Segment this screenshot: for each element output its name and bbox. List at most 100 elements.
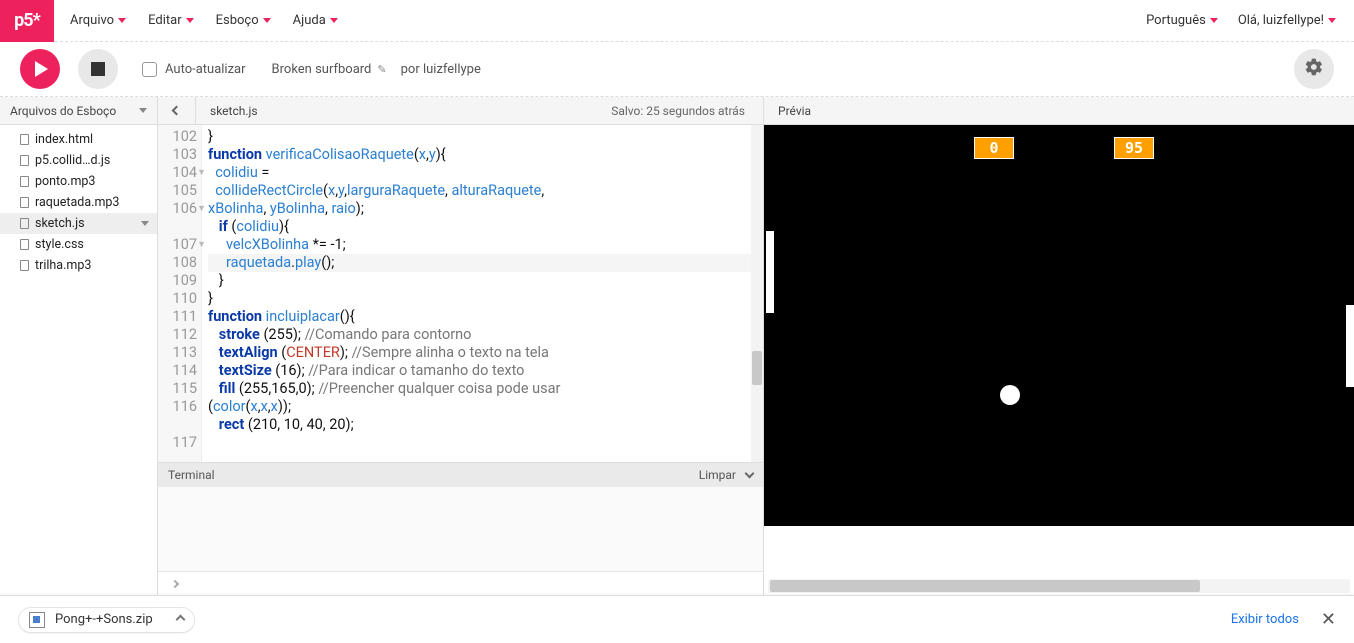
menu-label: Esboço [216,13,259,28]
download-bar-actions: Exibir todos ✕ [1231,609,1336,630]
terminal-title: Terminal [168,468,215,482]
file-name-label: style.css [35,237,84,252]
editor-header: sketch.js Salvo: 25 segundos atrás [158,97,763,125]
stop-button[interactable] [78,49,118,89]
file-sidebar: Arquivos do Esboço index.html p5.collid…d… [0,97,158,595]
menu-file[interactable]: Arquivo [70,13,126,28]
file-name-label: trilha.mp3 [35,258,91,273]
p5-logo[interactable]: p5* [0,0,54,42]
file-item[interactable]: index.html [0,129,157,150]
right-menu: Português Olá, luizfellype! [1146,13,1336,28]
preview-canvas-wrap: 0 95 [764,125,1354,526]
file-name-label: raquetada.mp3 [35,195,119,210]
sketch-name-field[interactable]: Broken surfboard ✎ [272,62,387,77]
file-list: index.html p5.collid…d.js ponto.mp3 raqueta… [0,125,157,280]
code-body[interactable]: }function verificaColisaoRaquete(x,y){ c… [202,125,763,462]
current-filename: sketch.js [196,104,272,118]
zip-file-icon [29,612,45,628]
sidebar-title: Arquivos do Esboço [10,104,116,118]
checkbox-icon[interactable] [142,62,157,77]
language-menu[interactable]: Português [1146,13,1218,28]
sketch-name-text: Broken surfboard [272,62,372,77]
settings-button[interactable] [1294,49,1334,89]
file-item[interactable]: trilha.mp3 [0,255,157,276]
preview-header: Prévia [764,97,1354,125]
download-filename: Pong+-+Sons.zip [55,612,153,627]
collapse-sidebar-button[interactable] [158,97,196,125]
file-icon [20,176,29,187]
paddle-left [766,231,774,313]
user-menu[interactable]: Olá, luizfellype! [1238,13,1336,28]
auto-refresh-label: Auto-atualizar [165,62,246,77]
play-button[interactable] [20,49,60,89]
play-icon [35,61,48,77]
gear-icon [1304,57,1324,81]
file-item[interactable]: raquetada.mp3 [0,192,157,213]
sidebar-header[interactable]: Arquivos do Esboço [0,97,157,125]
file-icon [20,260,29,271]
file-icon [20,134,29,145]
file-icon [20,239,29,250]
saved-status: Salvo: 25 segundos atrás [611,104,763,118]
terminal: Terminal Limpar [158,462,763,595]
auto-refresh-toggle[interactable]: Auto-atualizar [142,62,246,77]
caret-icon [263,18,271,23]
terminal-body[interactable] [158,487,763,571]
main-area: Arquivos do Esboço index.html p5.collid…d… [0,97,1354,595]
stop-icon [91,62,105,76]
download-item[interactable]: Pong+-+Sons.zip [18,607,195,633]
chevron-up-icon[interactable] [175,615,185,625]
caret-icon [186,18,194,23]
code-editor[interactable]: 102103104▼105106▼ 107▼108109110111112113… [158,125,763,462]
show-all-downloads-button[interactable]: Exibir todos [1231,612,1299,627]
preview-h-scrollbar[interactable] [768,579,1350,593]
preview-scroll-thumb[interactable] [770,580,1200,592]
score-left: 0 [974,137,1014,159]
main-menu: Arquivo Editar Esboço Ajuda [70,13,338,28]
menu-edit[interactable]: Editar [148,13,194,28]
file-item[interactable]: style.css [0,234,157,255]
greeting-label: Olá, luizfellype! [1238,13,1324,28]
score-right: 95 [1114,137,1154,159]
file-icon [20,218,29,229]
caret-icon [1328,18,1336,23]
author-label: por luizfellype [401,62,481,77]
caret-icon [118,18,126,23]
editor-column: sketch.js Salvo: 25 segundos atrás 10210… [158,97,764,595]
ball [1000,385,1020,405]
file-item[interactable]: sketch.js [0,213,157,234]
file-item[interactable]: ponto.mp3 [0,171,157,192]
language-label: Português [1146,13,1206,28]
download-bar: Pong+-+Sons.zip Exibir todos ✕ [0,595,1354,643]
editor-scrollbar[interactable] [751,125,763,462]
file-name-label: ponto.mp3 [35,174,95,189]
close-download-bar-button[interactable]: ✕ [1321,609,1336,630]
menu-help[interactable]: Ajuda [293,13,338,28]
file-icon [20,197,29,208]
file-name-label: p5.collid…d.js [35,153,110,168]
menu-sketch[interactable]: Esboço [216,13,271,28]
file-icon [20,155,29,166]
menu-label: Arquivo [70,13,114,28]
file-item[interactable]: p5.collid…d.js [0,150,157,171]
toolbar: Auto-atualizar Broken surfboard ✎ por lu… [0,42,1354,97]
terminal-header: Terminal Limpar [158,463,763,487]
chevron-right-icon[interactable] [171,579,179,587]
preview-column: Prévia 0 95 [764,97,1354,595]
scrollbar-thumb[interactable] [752,351,762,385]
sketch-canvas[interactable]: 0 95 [764,125,1354,526]
caret-icon [330,18,338,23]
paddle-right [1346,305,1354,387]
chevron-left-icon [172,106,182,116]
top-nav: p5* Arquivo Editar Esboço Ajuda Portuguê… [0,0,1354,42]
terminal-footer [158,571,763,595]
file-name-label: index.html [35,132,93,147]
caret-icon [1210,18,1218,23]
line-gutter: 102103104▼105106▼ 107▼108109110111112113… [158,125,202,462]
terminal-clear-button[interactable]: Limpar [699,468,736,482]
chevron-down-icon[interactable] [745,469,755,479]
file-name-label: sketch.js [35,216,85,231]
pencil-icon[interactable]: ✎ [377,63,386,76]
menu-label: Ajuda [293,13,326,28]
menu-label: Editar [148,13,182,28]
